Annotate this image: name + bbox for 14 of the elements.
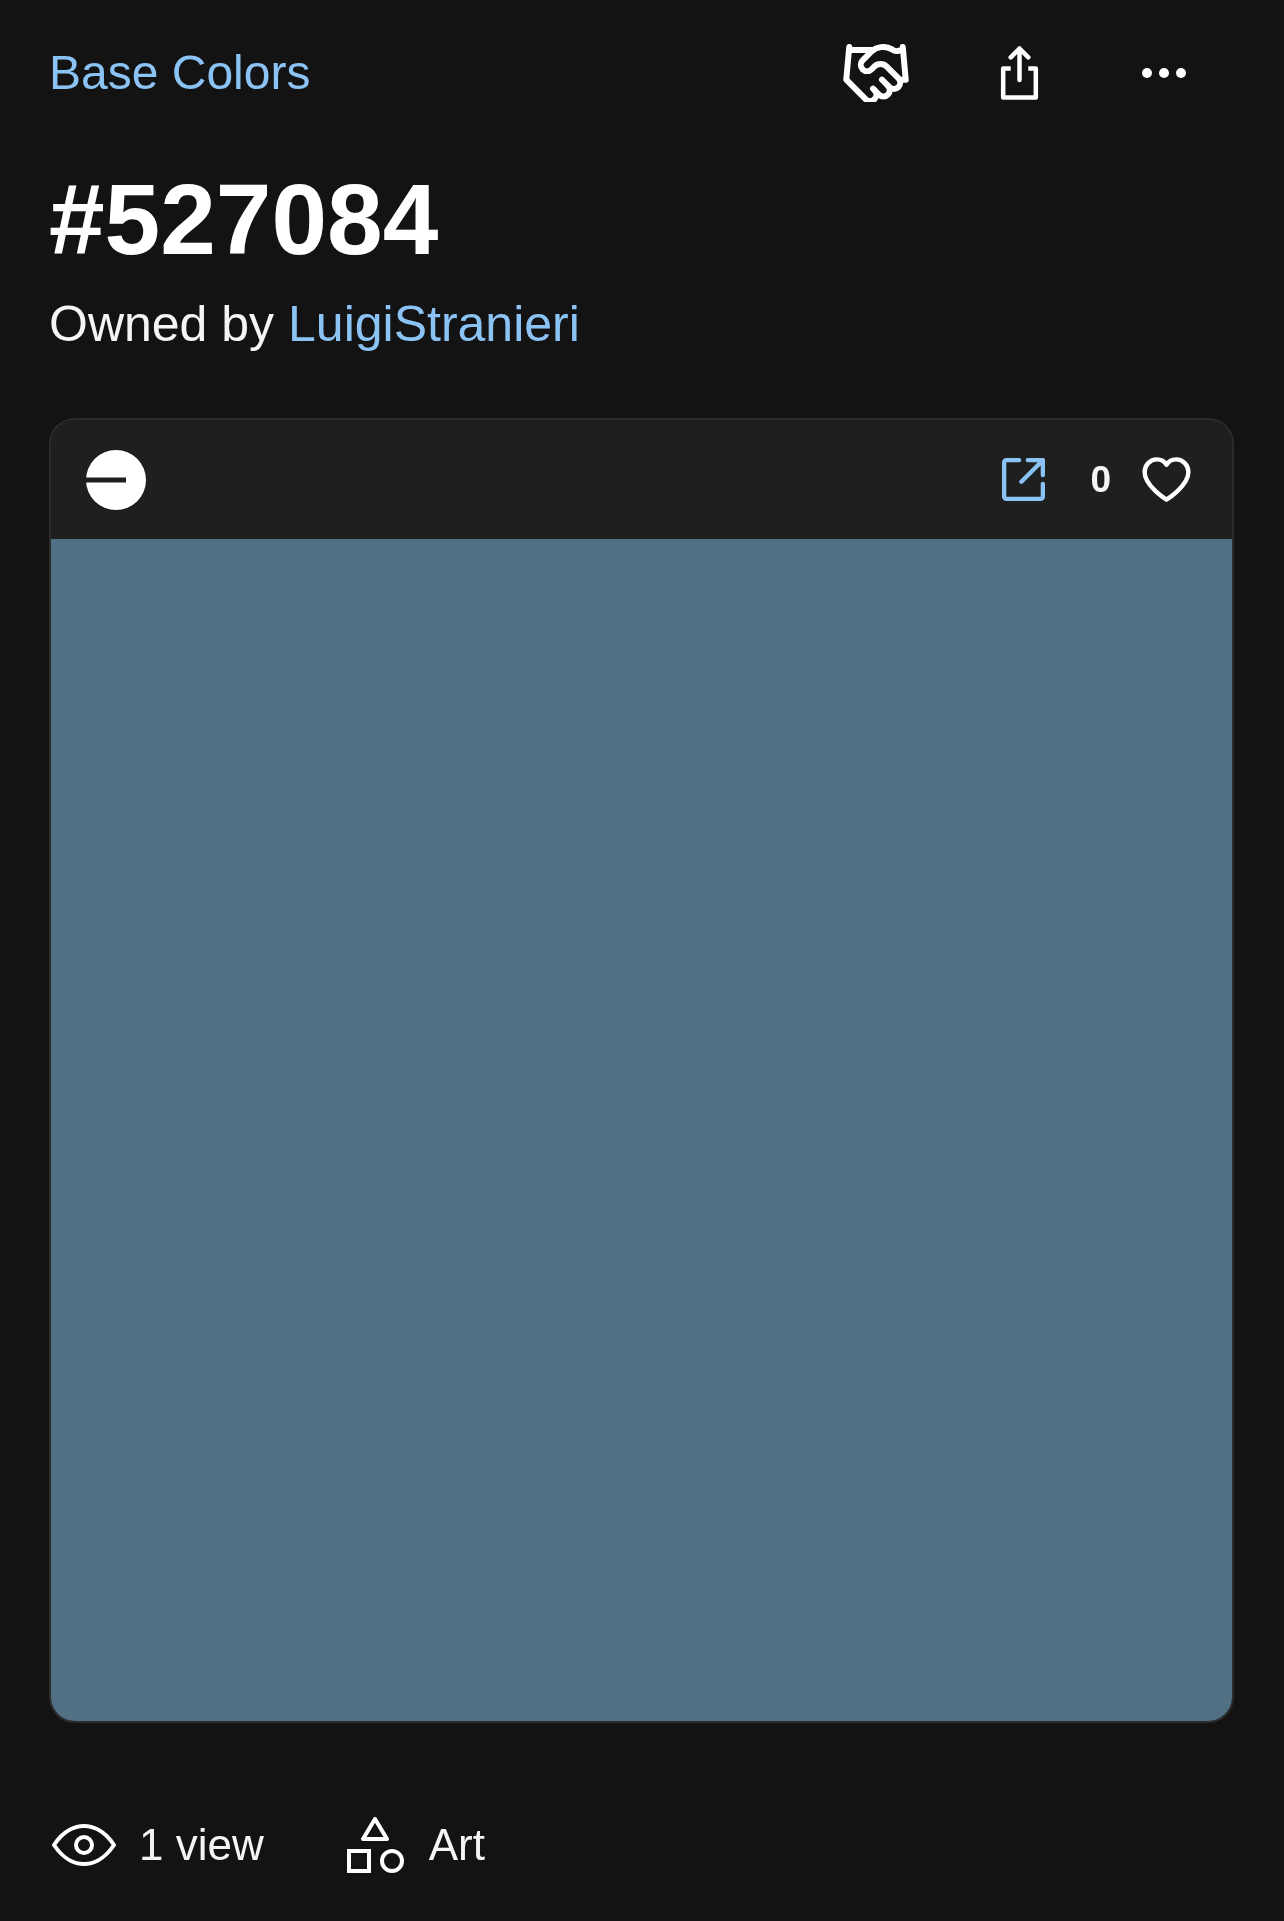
category-link[interactable]: Art xyxy=(428,1823,485,1867)
shapes-icon xyxy=(345,1815,404,1875)
collection-link[interactable]: Base Colors xyxy=(49,49,311,97)
more-icon xyxy=(1142,68,1186,78)
minus-circle-icon xyxy=(86,449,146,510)
share-icon xyxy=(1000,46,1039,100)
handshake-icon xyxy=(843,44,909,102)
external-link-icon xyxy=(1002,458,1046,501)
like-count: 0 xyxy=(1090,461,1111,498)
view-count: 1 view xyxy=(139,1823,264,1867)
owner-line: Owned by LuigiStranieri xyxy=(49,299,580,349)
color-title: #527084 xyxy=(49,169,439,269)
eye-icon xyxy=(52,1823,116,1867)
owner-link[interactable]: LuigiStranieri xyxy=(288,296,580,352)
